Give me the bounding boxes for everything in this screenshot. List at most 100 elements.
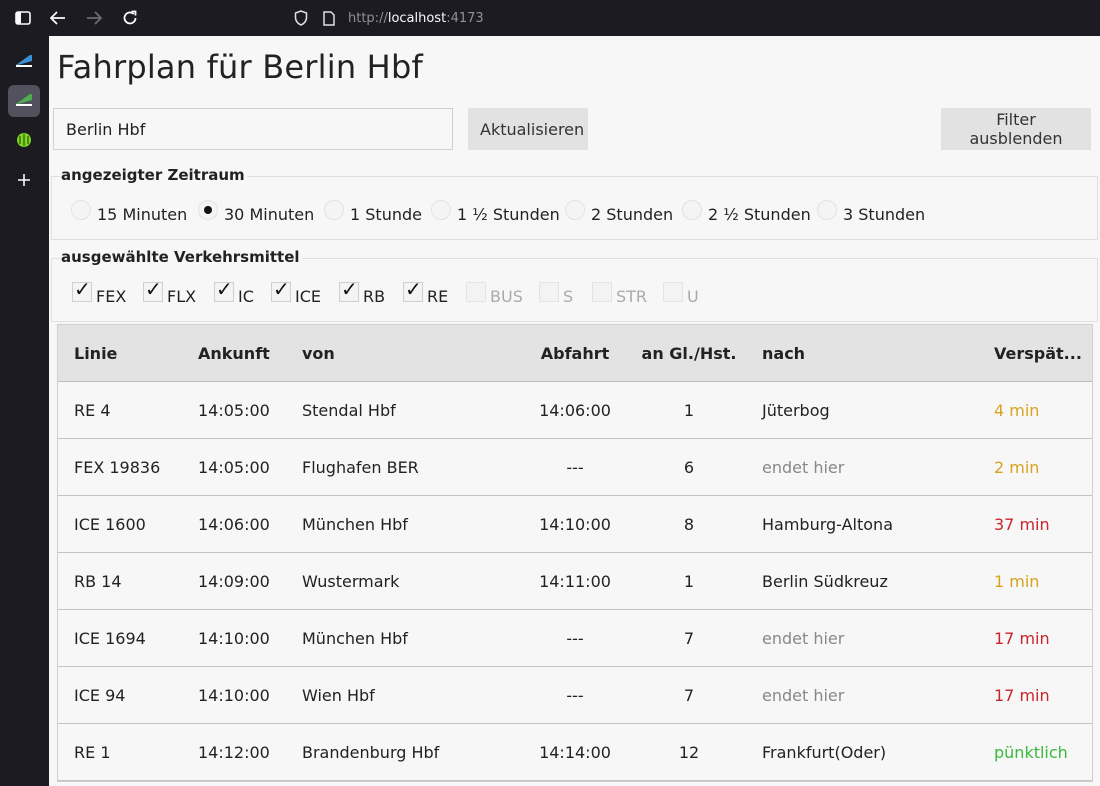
cell-von: Flughafen BER [302, 458, 419, 477]
cell-abfahrt: --- [566, 458, 584, 477]
mode-checkbox-fex[interactable]: FEX [72, 277, 126, 306]
timespan-option-2h[interactable]: 2 Stunden [565, 200, 673, 224]
cell-abfahrt: --- [566, 629, 584, 648]
cell-nach: endet hier [762, 629, 845, 648]
header-nach[interactable]: nach [762, 325, 805, 382]
timespan-option-2-5h[interactable]: 2 ½ Stunden [682, 200, 811, 224]
train-icon [14, 52, 34, 72]
cell-verspaetung: 17 min [994, 629, 1050, 648]
sidebar-app-train-green[interactable] [8, 85, 40, 117]
cell-linie: ICE 1694 [74, 629, 146, 648]
table-header: Linie Ankunft von Abfahrt an Gl./Hst. na… [58, 325, 1092, 382]
browser-toolbar: http://localhost:4173 [0, 0, 1100, 36]
cell-nach: Hamburg-Altona [762, 515, 893, 534]
timespan-option-1-5h[interactable]: 1 ½ Stunden [431, 200, 560, 224]
mode-checkbox-rb[interactable]: RB [339, 277, 385, 306]
table-row: RE 1 14:12:00 Brandenburg Hbf 14:14:00 12 Fra… [58, 724, 1092, 781]
browser-sidebar [0, 36, 49, 786]
reload-icon[interactable] [118, 6, 142, 30]
plus-icon [17, 172, 31, 191]
cell-linie: ICE 1600 [74, 515, 146, 534]
mode-checkbox-str[interactable]: STR [592, 282, 647, 306]
timespan-option-1h[interactable]: 1 Stunde [324, 200, 422, 224]
cell-ankunft: 14:06:00 [198, 515, 270, 534]
cell-abfahrt: 14:11:00 [539, 572, 611, 591]
back-icon[interactable] [46, 6, 70, 30]
header-abfahrt[interactable]: Abfahrt [528, 325, 622, 382]
mode-checkbox-ic[interactable]: IC [214, 277, 254, 306]
table-row: FEX 19836 14:05:00 Flughafen BER --- 6 endet … [58, 439, 1092, 496]
train-icon [14, 91, 34, 111]
cell-gleis: 6 [683, 458, 695, 477]
cell-von: Wustermark [302, 572, 400, 591]
mode-checkbox-flx[interactable]: FLX [143, 277, 196, 306]
timespan-option-3h[interactable]: 3 Stunden [817, 200, 925, 224]
cell-nach: endet hier [762, 686, 845, 705]
cell-nach: Frankfurt(Oder) [762, 743, 887, 762]
cell-linie: RE 4 [74, 401, 111, 420]
table-row: ICE 1600 14:06:00 München Hbf 14:10:00 8 Hamb… [58, 496, 1092, 553]
table-row: RB 14 14:09:00 Wustermark 14:11:00 1 Berlin S… [58, 553, 1092, 610]
cell-abfahrt: 14:10:00 [539, 515, 611, 534]
header-linie[interactable]: Linie [74, 325, 117, 382]
forward-icon[interactable] [82, 6, 106, 30]
header-verspaetung[interactable]: Verspät... [994, 325, 1082, 382]
timespan-legend: angezeigter Zeitraum [61, 166, 247, 184]
cell-verspaetung: pünktlich [994, 743, 1068, 762]
cell-von: Brandenburg Hbf [302, 743, 440, 762]
cell-von: Wien Hbf [302, 686, 375, 705]
mode-checkbox-u[interactable]: U [663, 282, 699, 306]
cell-ankunft: 14:10:00 [198, 686, 270, 705]
timespan-option-30min[interactable]: 30 Minuten [198, 200, 314, 224]
table-row: RE 4 14:05:00 Stendal Hbf 14:06:00 1 Jüterbog… [58, 382, 1092, 439]
url-bar[interactable]: http://localhost:4173 [284, 4, 1100, 32]
header-gleis[interactable]: an Gl./Hst. [638, 325, 740, 382]
shield-icon[interactable] [290, 7, 312, 29]
cell-verspaetung: 1 min [994, 572, 1040, 591]
mode-checkbox-bus[interactable]: BUS [466, 282, 523, 306]
cell-von: München Hbf [302, 515, 408, 534]
mode-checkbox-re[interactable]: RE [403, 277, 448, 306]
modes-legend: ausgewählte Verkehrsmittel [61, 248, 302, 266]
header-von[interactable]: von [302, 325, 335, 382]
cell-ankunft: 14:05:00 [198, 401, 270, 420]
table-row: ICE 94 14:10:00 Wien Hbf --- 7 endet hier 17 m… [58, 667, 1092, 724]
cell-linie: FEX 19836 [74, 458, 161, 477]
table-row: ICE 1694 14:10:00 München Hbf --- 7 endet hie… [58, 610, 1092, 667]
modes-fieldset [51, 258, 1098, 322]
cell-verspaetung: 4 min [994, 401, 1040, 420]
cell-ankunft: 14:12:00 [198, 743, 270, 762]
cell-von: München Hbf [302, 629, 408, 648]
sidebar-toggle-icon[interactable] [11, 6, 35, 30]
station-input[interactable] [53, 108, 453, 150]
hide-filter-button[interactable]: Filter ausblenden [941, 108, 1091, 150]
timespan-option-15min[interactable]: 15 Minuten [71, 200, 187, 224]
cell-abfahrt: --- [566, 686, 584, 705]
url-text[interactable]: http://localhost:4173 [348, 11, 484, 26]
page-icon [318, 7, 340, 29]
cell-ankunft: 14:10:00 [198, 629, 270, 648]
mode-checkbox-s[interactable]: S [539, 282, 573, 306]
globe-icon [16, 132, 32, 152]
cell-gleis: 1 [683, 401, 695, 420]
mode-checkbox-ice[interactable]: ICE [271, 277, 321, 306]
cell-nach: Jüterbog [762, 401, 830, 420]
sidebar-app-train-blue[interactable] [8, 46, 40, 78]
header-ankunft[interactable]: Ankunft [198, 325, 270, 382]
cell-gleis: 7 [683, 686, 695, 705]
refresh-button[interactable]: Aktualisieren [468, 108, 588, 150]
add-sidebar-item-button[interactable] [8, 165, 40, 197]
cell-gleis: 12 [678, 743, 700, 762]
sidebar-app-globe[interactable] [8, 126, 40, 158]
cell-von: Stendal Hbf [302, 401, 396, 420]
cell-gleis: 7 [683, 629, 695, 648]
cell-verspaetung: 17 min [994, 686, 1050, 705]
cell-ankunft: 14:09:00 [198, 572, 270, 591]
timetable: Linie Ankunft von Abfahrt an Gl./Hst. na… [57, 324, 1093, 782]
cell-abfahrt: 14:14:00 [539, 743, 611, 762]
cell-linie: ICE 94 [74, 686, 126, 705]
cell-abfahrt: 14:06:00 [539, 401, 611, 420]
table-body: RE 4 14:05:00 Stendal Hbf 14:06:00 1 Jüterbog… [58, 382, 1092, 781]
cell-gleis: 1 [683, 572, 695, 591]
cell-verspaetung: 2 min [994, 458, 1040, 477]
